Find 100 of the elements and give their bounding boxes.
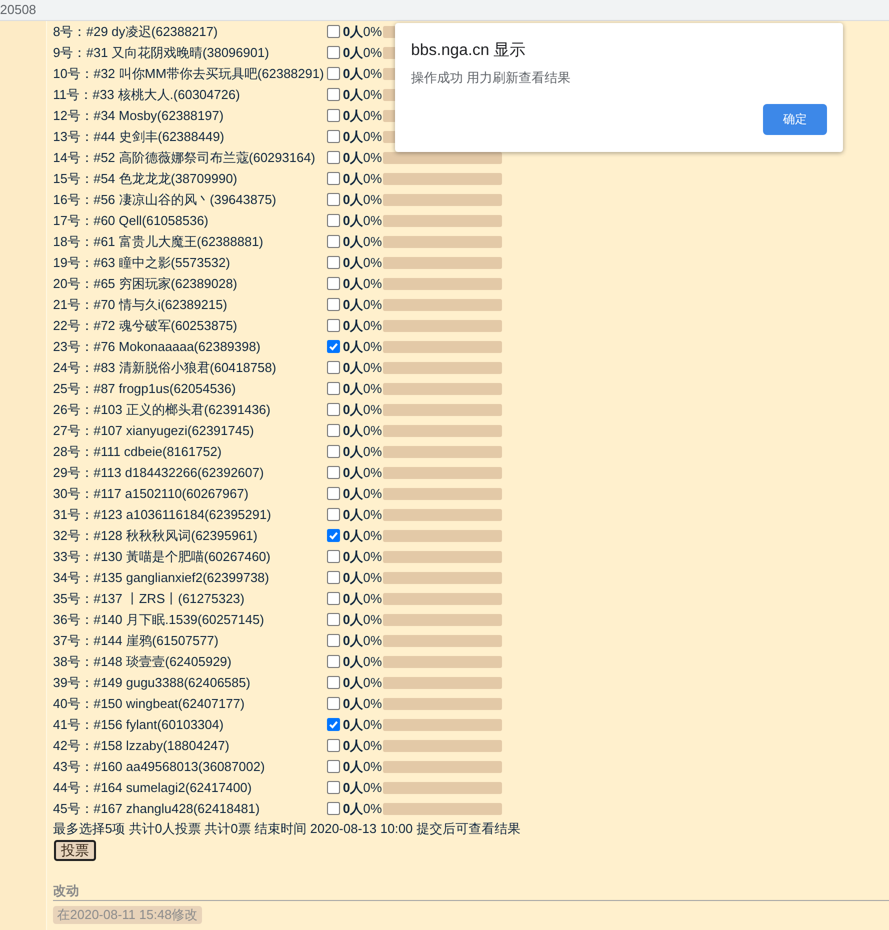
checkbox[interactable] (326, 319, 340, 332)
checkbox[interactable] (326, 571, 340, 584)
vote-count: 0人 (342, 234, 364, 250)
poll-option-label: 12号：#34 Mosby(62388197) (53, 108, 225, 124)
checkbox[interactable] (326, 613, 340, 626)
checkbox[interactable] (326, 424, 340, 437)
checkbox[interactable] (326, 697, 340, 710)
checkbox[interactable] (326, 760, 340, 773)
vote-percent: 0% (363, 632, 382, 648)
checkbox[interactable] (326, 46, 340, 59)
vote-percent: 0% (363, 612, 382, 628)
checkbox[interactable] (326, 109, 340, 122)
poll-option-label: 23号：#76 Mokonaaaaa(62389398) (53, 338, 262, 354)
vote-count: 0人 (342, 128, 364, 144)
vote-count: 0人 (342, 716, 364, 732)
checkbox[interactable] (326, 508, 340, 521)
checkbox[interactable] (326, 382, 340, 395)
checkbox[interactable] (326, 298, 340, 311)
vote-count: 0人 (342, 276, 364, 292)
poll-option-label: 43号：#160 aa49568013(36087002) (53, 758, 266, 774)
checkbox[interactable] (326, 88, 340, 101)
checkbox[interactable] (326, 445, 340, 458)
vote-count: 0人 (342, 86, 364, 102)
poll-option-label: 44号：#164 sumelagi2(62417400) (53, 780, 253, 796)
poll-option-label: 27号：#107 xianyugezi(62391745) (53, 422, 255, 438)
vote-count: 0人 (342, 758, 364, 774)
poll-option-label: 8号：#29 dy凌迟(62388217) (53, 24, 219, 40)
vote-percent: 0% (363, 192, 382, 208)
vote-percent: 0% (363, 108, 382, 124)
poll-option-label: 13号：#44 史剑丰(62388449) (53, 128, 226, 144)
poll-option-label: 20号：#65 穷困玩家(62389028) (53, 276, 238, 292)
vote-count: 0人 (342, 486, 364, 502)
checkbox[interactable] (326, 25, 340, 38)
vote-percent: 0% (363, 150, 382, 166)
checkbox[interactable] (326, 214, 340, 227)
vote-percent: 0% (363, 506, 382, 522)
vote-percent: 0% (363, 402, 382, 418)
vote-count: 0人 (342, 360, 364, 376)
vote-percent: 0% (363, 24, 382, 40)
checkbox[interactable] (326, 172, 340, 185)
vote-percent: 0% (363, 674, 382, 690)
checkbox[interactable] (326, 277, 340, 290)
vote-count: 0人 (342, 632, 364, 648)
poll-option-label: 26号：#103 正义的榔头君(62391436) (53, 402, 272, 418)
vote-percent: 0% (363, 86, 382, 102)
checkbox[interactable] (326, 130, 340, 143)
vote-percent: 0% (363, 254, 382, 270)
checkbox[interactable] (326, 529, 340, 542)
checkbox[interactable] (326, 592, 340, 605)
vote-percent: 0% (363, 422, 382, 438)
poll-summary: 最多选择5项 共计0人投票 共计0票 结束时间 2020-08-13 10:00 提交后可查看结果 (53, 820, 520, 838)
checkbox[interactable] (326, 634, 340, 647)
poll-option-label: 19号：#63 瞳中之影(5573532) (53, 254, 232, 270)
checkbox[interactable] (326, 466, 340, 479)
checkbox[interactable] (326, 655, 340, 668)
vote-button[interactable]: 投票 (54, 840, 96, 861)
poll-option-label: 38号：#148 琰壹壹(62405929) (53, 654, 232, 670)
vote-count: 0人 (342, 170, 364, 186)
vote-count: 0人 (342, 44, 364, 60)
vote-count: 0人 (342, 590, 364, 606)
checkbox[interactable] (326, 802, 340, 815)
vote-count: 0人 (342, 506, 364, 522)
poll-option-label: 34号：#135 ganglianxief2(62399738) (53, 570, 270, 586)
vote-percent: 0% (363, 548, 382, 564)
vote-percent: 0% (363, 318, 382, 334)
vote-percent: 0% (363, 128, 382, 144)
vote-count: 0人 (342, 800, 364, 816)
checkbox[interactable] (326, 151, 340, 164)
checkbox[interactable] (326, 739, 340, 752)
address-bar[interactable]: 20508 (0, 0, 889, 21)
vote-percent: 0% (363, 780, 382, 796)
vote-count: 0人 (342, 380, 364, 396)
checkbox[interactable] (326, 676, 340, 689)
checkbox[interactable] (326, 550, 340, 563)
checkbox[interactable] (326, 256, 340, 269)
checkbox[interactable] (326, 718, 340, 731)
vote-percent: 0% (363, 528, 382, 544)
vote-count: 0人 (342, 422, 364, 438)
vote-percent: 0% (363, 234, 382, 250)
checkbox[interactable] (326, 193, 340, 206)
checkbox[interactable] (326, 340, 340, 353)
checkbox[interactable] (326, 403, 340, 416)
checkmark-icon (328, 720, 338, 729)
checkbox[interactable] (326, 781, 340, 794)
poll-option-label: 25号：#87 frogp1us(62054536) (53, 380, 237, 396)
vote-count: 0人 (342, 548, 364, 564)
checkbox[interactable] (326, 361, 340, 374)
vote-percent: 0% (363, 486, 382, 502)
vote-count: 0人 (342, 66, 364, 82)
vote-percent: 0% (363, 800, 382, 816)
checkbox[interactable] (326, 487, 340, 500)
checkbox[interactable] (326, 67, 340, 80)
poll-option-label: 45号：#167 zhanglu428(62418481) (53, 800, 261, 816)
vote-count: 0人 (342, 150, 364, 166)
vote-percent: 0% (363, 296, 382, 312)
checkmark-icon (328, 342, 338, 351)
poll-option-label: 36号：#140 月下眠.1539(60257145) (53, 612, 266, 628)
ok-button[interactable]: 确定 (763, 104, 827, 135)
checkbox[interactable] (326, 235, 340, 248)
vote-count: 0人 (342, 654, 364, 670)
